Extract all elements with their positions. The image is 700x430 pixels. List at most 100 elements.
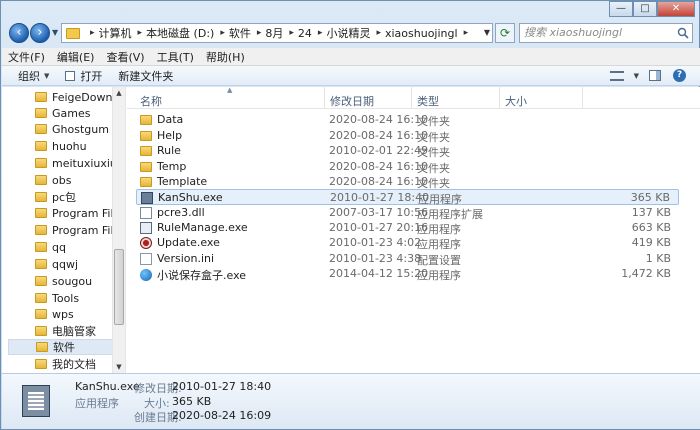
nav-scrollbar[interactable]: ▲ ▼ — [112, 87, 125, 373]
column-name[interactable]: 名称 — [140, 93, 162, 109]
breadcrumb-computer[interactable]: 计算机 — [99, 25, 132, 41]
view-options-icon[interactable] — [609, 70, 624, 81]
new-folder-button[interactable]: 新建文件夹 — [118, 68, 173, 84]
file-name-label: Help — [157, 129, 183, 142]
nav-item-pc-manager[interactable]: 电脑管家 — [35, 323, 96, 339]
chevron-right-icon[interactable]: ▸ — [220, 28, 225, 38]
scroll-down-arrow-icon[interactable]: ▼ — [113, 363, 125, 371]
column-divider[interactable] — [324, 87, 325, 109]
nav-item-sougou[interactable]: sougou — [35, 273, 92, 289]
nav-item-pc-bao[interactable]: pc包 — [35, 189, 76, 205]
breadcrumb-xiaoshuo[interactable]: 小说精灵 — [326, 25, 370, 41]
open-button[interactable]: 打开 — [65, 68, 102, 84]
minimize-button[interactable]: — — [609, 1, 633, 17]
nav-item-label: huohu — [52, 139, 87, 153]
column-divider[interactable] — [411, 87, 412, 109]
address-bar[interactable]: ▸ 计算机 ▸ 本地磁盘 (D:) ▸ 软件 ▸ 8月 ▸ 24 ▸ 小说精灵 … — [61, 23, 493, 43]
detail-created-value: 2020-08-24 16:09 — [172, 409, 272, 422]
column-type[interactable]: 类型 — [417, 93, 439, 109]
refresh-button[interactable]: ⟳ — [495, 23, 515, 43]
file-name-label: Version.ini — [157, 252, 215, 265]
folder-icon — [35, 108, 47, 118]
nav-item-meituxiuxiu[interactable]: meituxiuxiu — [35, 155, 117, 171]
folder-icon — [140, 145, 152, 156]
folder-icon — [35, 242, 47, 252]
scroll-up-arrow-icon[interactable]: ▲ — [113, 89, 125, 97]
nav-item-label: meituxiuxiu — [52, 156, 117, 170]
breadcrumb-august[interactable]: 8月 — [265, 25, 283, 41]
preview-pane-icon[interactable] — [649, 70, 661, 81]
search-icon[interactable] — [677, 27, 689, 39]
nav-item-ghostgum[interactable]: Ghostgum — [35, 121, 109, 137]
file-type: 文件夹 — [417, 115, 450, 128]
search-input[interactable]: 搜索 xiaoshuojingl — [519, 23, 693, 43]
chevron-down-icon[interactable]: ▼ — [634, 72, 639, 80]
chevron-down-icon[interactable]: ▼ — [479, 23, 495, 43]
organize-button[interactable]: 组织 ▼ — [18, 68, 49, 84]
column-size[interactable]: 大小 — [505, 93, 527, 109]
organize-label: 组织 — [18, 69, 40, 83]
nav-item-label: qqwj — [52, 257, 79, 271]
maximize-button[interactable]: □ — [633, 1, 657, 17]
close-button[interactable]: ✕ — [657, 1, 695, 17]
file-row-novel-box[interactable]: 小说保存盒子.exe 2014-04-12 15:20 应用程序 1,472 K… — [136, 266, 679, 282]
recent-pages-dropdown[interactable]: ▼ — [52, 28, 58, 37]
menu-bar: 文件(F) 编辑(E) 查看(V) 工具(T) 帮助(H) — [2, 48, 700, 66]
scrollbar-thumb[interactable] — [114, 249, 124, 325]
chevron-right-icon[interactable]: ▸ — [289, 28, 294, 38]
chevron-right-icon[interactable]: ▸ — [257, 28, 262, 38]
file-name-label: pcre3.dll — [157, 206, 205, 219]
nav-item-tools[interactable]: Tools — [35, 290, 79, 306]
column-date[interactable]: 修改日期 — [330, 93, 374, 109]
file-row-rulemanage[interactable]: RuleManage.exe 2010-01-27 20:16 应用程序 663… — [136, 220, 679, 236]
nav-item-obs[interactable]: obs — [35, 172, 71, 188]
menu-edit[interactable]: 编辑(E) — [57, 49, 95, 65]
menu-file[interactable]: 文件(F) — [8, 49, 45, 65]
file-row-rule[interactable]: Rule 2010-02-01 22:49 文件夹 — [136, 143, 679, 159]
folder-icon — [35, 192, 47, 202]
nav-item-huohu[interactable]: huohu — [35, 138, 87, 154]
detail-file-name: KanShu.exe — [75, 380, 140, 393]
menu-view[interactable]: 查看(V) — [106, 49, 144, 65]
help-icon[interactable]: ? — [673, 69, 686, 82]
nav-item-qq[interactable]: qq — [35, 239, 66, 255]
nav-item-qqwj[interactable]: qqwj — [35, 256, 78, 272]
forward-button[interactable]: › — [30, 23, 50, 43]
menu-tools[interactable]: 工具(T) — [157, 49, 194, 65]
file-row-template[interactable]: Template 2020-08-24 16:10 文件夹 — [136, 174, 679, 190]
nav-item-wps[interactable]: wps — [35, 306, 74, 322]
back-button[interactable]: ‹ — [9, 23, 29, 43]
file-row-data[interactable]: Data 2020-08-24 16:10 文件夹 — [136, 112, 679, 128]
file-name: Help — [140, 129, 182, 142]
chevron-right-icon[interactable]: ▸ — [376, 28, 381, 38]
menu-help[interactable]: 帮助(H) — [206, 49, 245, 65]
breadcrumb-drive-d[interactable]: 本地磁盘 (D:) — [146, 25, 214, 41]
file-name-label: RuleManage.exe — [157, 221, 248, 234]
chevron-right-icon[interactable]: ▸ — [138, 28, 143, 38]
file-date: 2014-04-12 15:20 — [329, 267, 429, 280]
nav-item-label: pc包 — [52, 191, 77, 204]
file-row-pcre3[interactable]: pcre3.dll 2007-03-17 10:56 应用程序扩展 137 KB — [136, 205, 679, 221]
chevron-right-icon[interactable]: ▸ — [90, 28, 95, 38]
file-row-version[interactable]: Version.ini 2010-01-23 4:38 配置设置 1 KB — [136, 251, 679, 267]
file-name: RuleManage.exe — [140, 221, 248, 234]
file-name-label: 小说保存盒子.exe — [157, 269, 247, 282]
column-divider[interactable] — [499, 87, 500, 109]
file-row-help[interactable]: Help 2020-08-24 16:10 文件夹 — [136, 128, 679, 144]
breadcrumb-software[interactable]: 软件 — [229, 25, 251, 41]
file-name-label: Update.exe — [157, 236, 220, 249]
column-header: ▲ 名称 修改日期 类型 大小 — [127, 86, 700, 109]
file-row-update[interactable]: Update.exe 2010-01-23 4:02 应用程序 419 KB — [136, 235, 679, 251]
breadcrumb-24[interactable]: 24 — [298, 27, 312, 40]
breadcrumb-xiaoshuojingl[interactable]: xiaoshuojingl — [385, 27, 458, 40]
open-icon — [65, 70, 76, 81]
nav-item-my-documents[interactable]: 我的文档 — [35, 356, 96, 372]
chevron-right-icon[interactable]: ▸ — [464, 28, 469, 38]
column-divider[interactable] — [582, 87, 583, 109]
nav-item-games[interactable]: Games — [35, 105, 90, 121]
file-row-temp[interactable]: Temp 2020-08-24 16:10 文件夹 — [136, 159, 679, 175]
new-folder-label: 新建文件夹 — [118, 69, 174, 83]
nav-item-software[interactable]: 软件 — [8, 339, 120, 355]
file-row-kanshu[interactable]: KanShu.exe 2010-01-27 18:40 应用程序 365 KB — [136, 189, 679, 206]
chevron-right-icon[interactable]: ▸ — [318, 28, 323, 38]
